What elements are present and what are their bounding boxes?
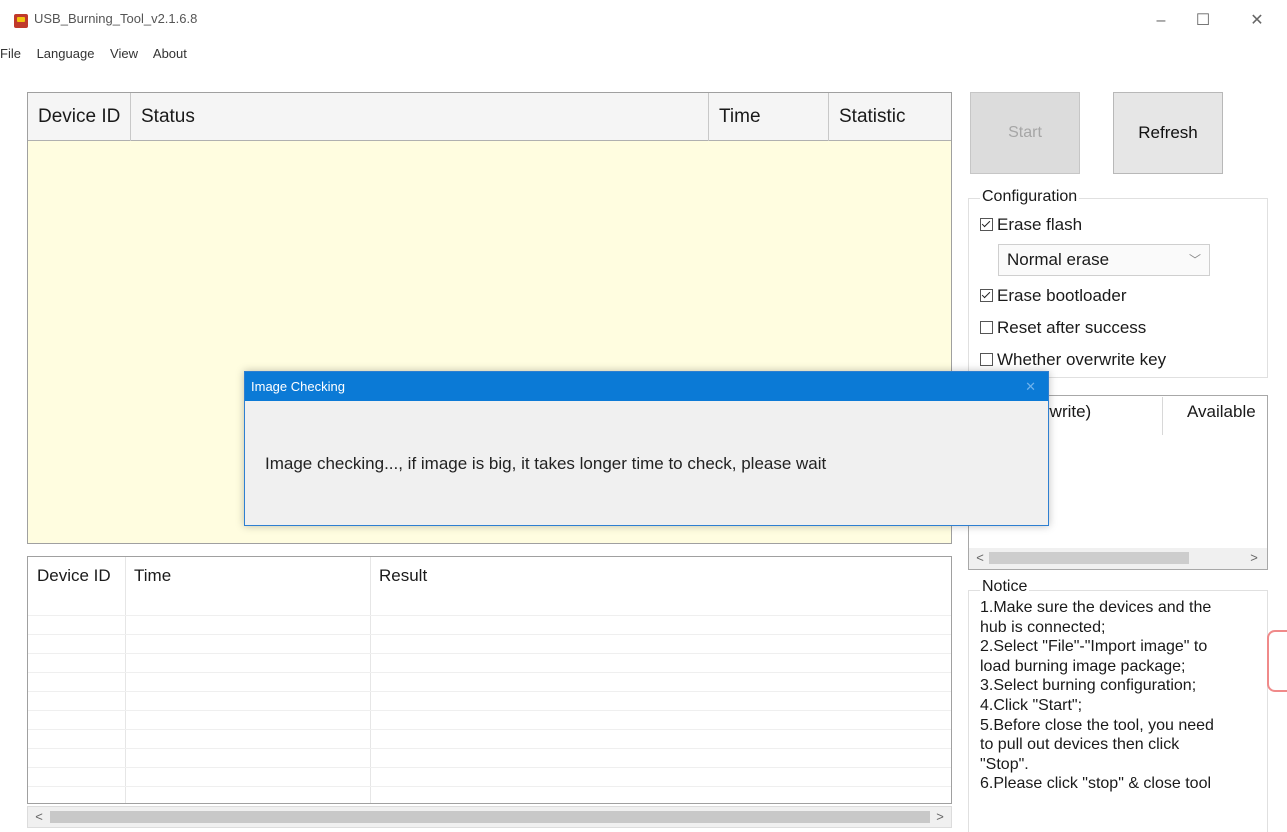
result-table[interactable]: Device ID Time Result	[27, 556, 952, 804]
col-statistic[interactable]: Statistic	[829, 93, 951, 141]
app-icon	[14, 14, 28, 28]
scroll-right-arrow-icon[interactable]: >	[1245, 549, 1263, 567]
checkbox-unchecked-icon[interactable]	[980, 353, 993, 366]
device-table-header: Device ID Status Time Statistic	[28, 93, 951, 141]
menu-bar: File Language View About	[0, 46, 199, 68]
erase-mode-value: Normal erase	[1007, 250, 1110, 269]
notice-line: 4.Click "Start";	[980, 696, 1083, 714]
erase-flash-label: Erase flash	[997, 215, 1083, 234]
row-divider	[28, 634, 951, 635]
row-divider	[28, 691, 951, 692]
dialog-message: Image checking..., if image is big, it t…	[265, 454, 827, 473]
refresh-button[interactable]: Refresh	[1113, 92, 1223, 174]
menu-language[interactable]: Language	[37, 46, 95, 61]
row-divider	[28, 653, 951, 654]
title-bar: USB_Burning_Tool_v2.1.6.8 – ☐ ✕	[0, 0, 1287, 40]
key-col-available[interactable]: Available	[1187, 402, 1256, 422]
start-button[interactable]: Start	[970, 92, 1080, 174]
window-title: USB_Burning_Tool_v2.1.6.8	[34, 11, 198, 26]
menu-about[interactable]: About	[153, 46, 187, 61]
col-result-time[interactable]: Time	[125, 557, 370, 595]
key-col-overwrite[interactable]: rwrite)	[1044, 402, 1091, 422]
checkbox-checked-icon[interactable]	[980, 289, 993, 302]
scroll-right-arrow-icon[interactable]: >	[931, 808, 949, 826]
col-status[interactable]: Status	[131, 93, 709, 141]
configuration-label: Configuration	[980, 188, 1080, 206]
erase-bootloader-checkbox[interactable]: Erase bootloader	[980, 286, 1126, 306]
image-checking-dialog[interactable]: Image Checking ✕ Image checking..., if i…	[244, 371, 1049, 526]
erase-bootloader-label: Erase bootloader	[997, 286, 1127, 305]
erase-flash-checkbox[interactable]: Erase flash	[980, 215, 1082, 235]
side-floating-badge[interactable]	[1267, 630, 1287, 692]
row-divider	[28, 672, 951, 673]
notice-line: to pull out devices then click	[980, 736, 1180, 754]
notice-line: 2.Select "File"-"Import image" to	[980, 638, 1208, 656]
col-time[interactable]: Time	[709, 93, 829, 141]
checkbox-checked-icon[interactable]	[980, 218, 993, 231]
scroll-thumb[interactable]	[989, 552, 1189, 564]
reset-after-success-checkbox[interactable]: Reset after success	[980, 318, 1146, 338]
notice-line: load burning image package;	[980, 657, 1186, 675]
erase-mode-select[interactable]: Normal erase ﹀	[998, 244, 1210, 276]
dialog-title: Image Checking	[245, 372, 1048, 401]
col-device-id[interactable]: Device ID	[28, 93, 131, 141]
overwrite-key-label: Whether overwrite key	[997, 350, 1167, 369]
reset-after-success-label: Reset after success	[997, 318, 1147, 337]
notice-line: 1.Make sure the devices and the	[980, 599, 1212, 616]
chevron-down-icon: ﹀	[1188, 253, 1201, 267]
row-divider	[28, 729, 951, 730]
notice-line: hub is connected;	[980, 618, 1106, 636]
notice-line: 3.Select burning configuration;	[980, 677, 1197, 695]
row-divider	[28, 767, 951, 768]
menu-file[interactable]: File	[0, 46, 21, 61]
col-result-device-id[interactable]: Device ID	[28, 557, 125, 595]
maximize-button[interactable]: ☐	[1188, 8, 1218, 34]
checkbox-unchecked-icon[interactable]	[980, 321, 993, 334]
notice-text: 1.Make sure the devices and the hub is c…	[980, 598, 1272, 794]
close-button[interactable]: ✕	[1242, 8, 1272, 34]
key-list-scrollbar[interactable]: < >	[969, 548, 1267, 569]
column-divider	[1162, 397, 1163, 435]
result-table-header: Device ID Time Result	[28, 557, 951, 595]
row-divider	[28, 748, 951, 749]
overwrite-key-checkbox[interactable]: Whether overwrite key	[980, 350, 1166, 370]
row-divider	[28, 786, 951, 787]
row-divider	[28, 710, 951, 711]
notice-label: Notice	[980, 578, 1030, 596]
notice-line: "Stop".	[980, 755, 1029, 773]
dialog-close-icon[interactable]: ✕	[1025, 372, 1036, 401]
col-result-result[interactable]: Result	[370, 557, 770, 595]
row-divider	[28, 615, 951, 616]
result-horizontal-scrollbar[interactable]: < >	[27, 806, 952, 828]
scroll-thumb[interactable]	[50, 811, 930, 823]
menu-view[interactable]: View	[110, 46, 138, 61]
scroll-left-arrow-icon[interactable]: <	[30, 808, 48, 826]
minimize-button[interactable]: –	[1146, 8, 1176, 34]
notice-line: 5.Before close the tool, you need	[980, 716, 1214, 734]
scroll-left-arrow-icon[interactable]: <	[971, 549, 989, 567]
notice-line: 6.Please click "stop" & close tool	[980, 775, 1212, 793]
